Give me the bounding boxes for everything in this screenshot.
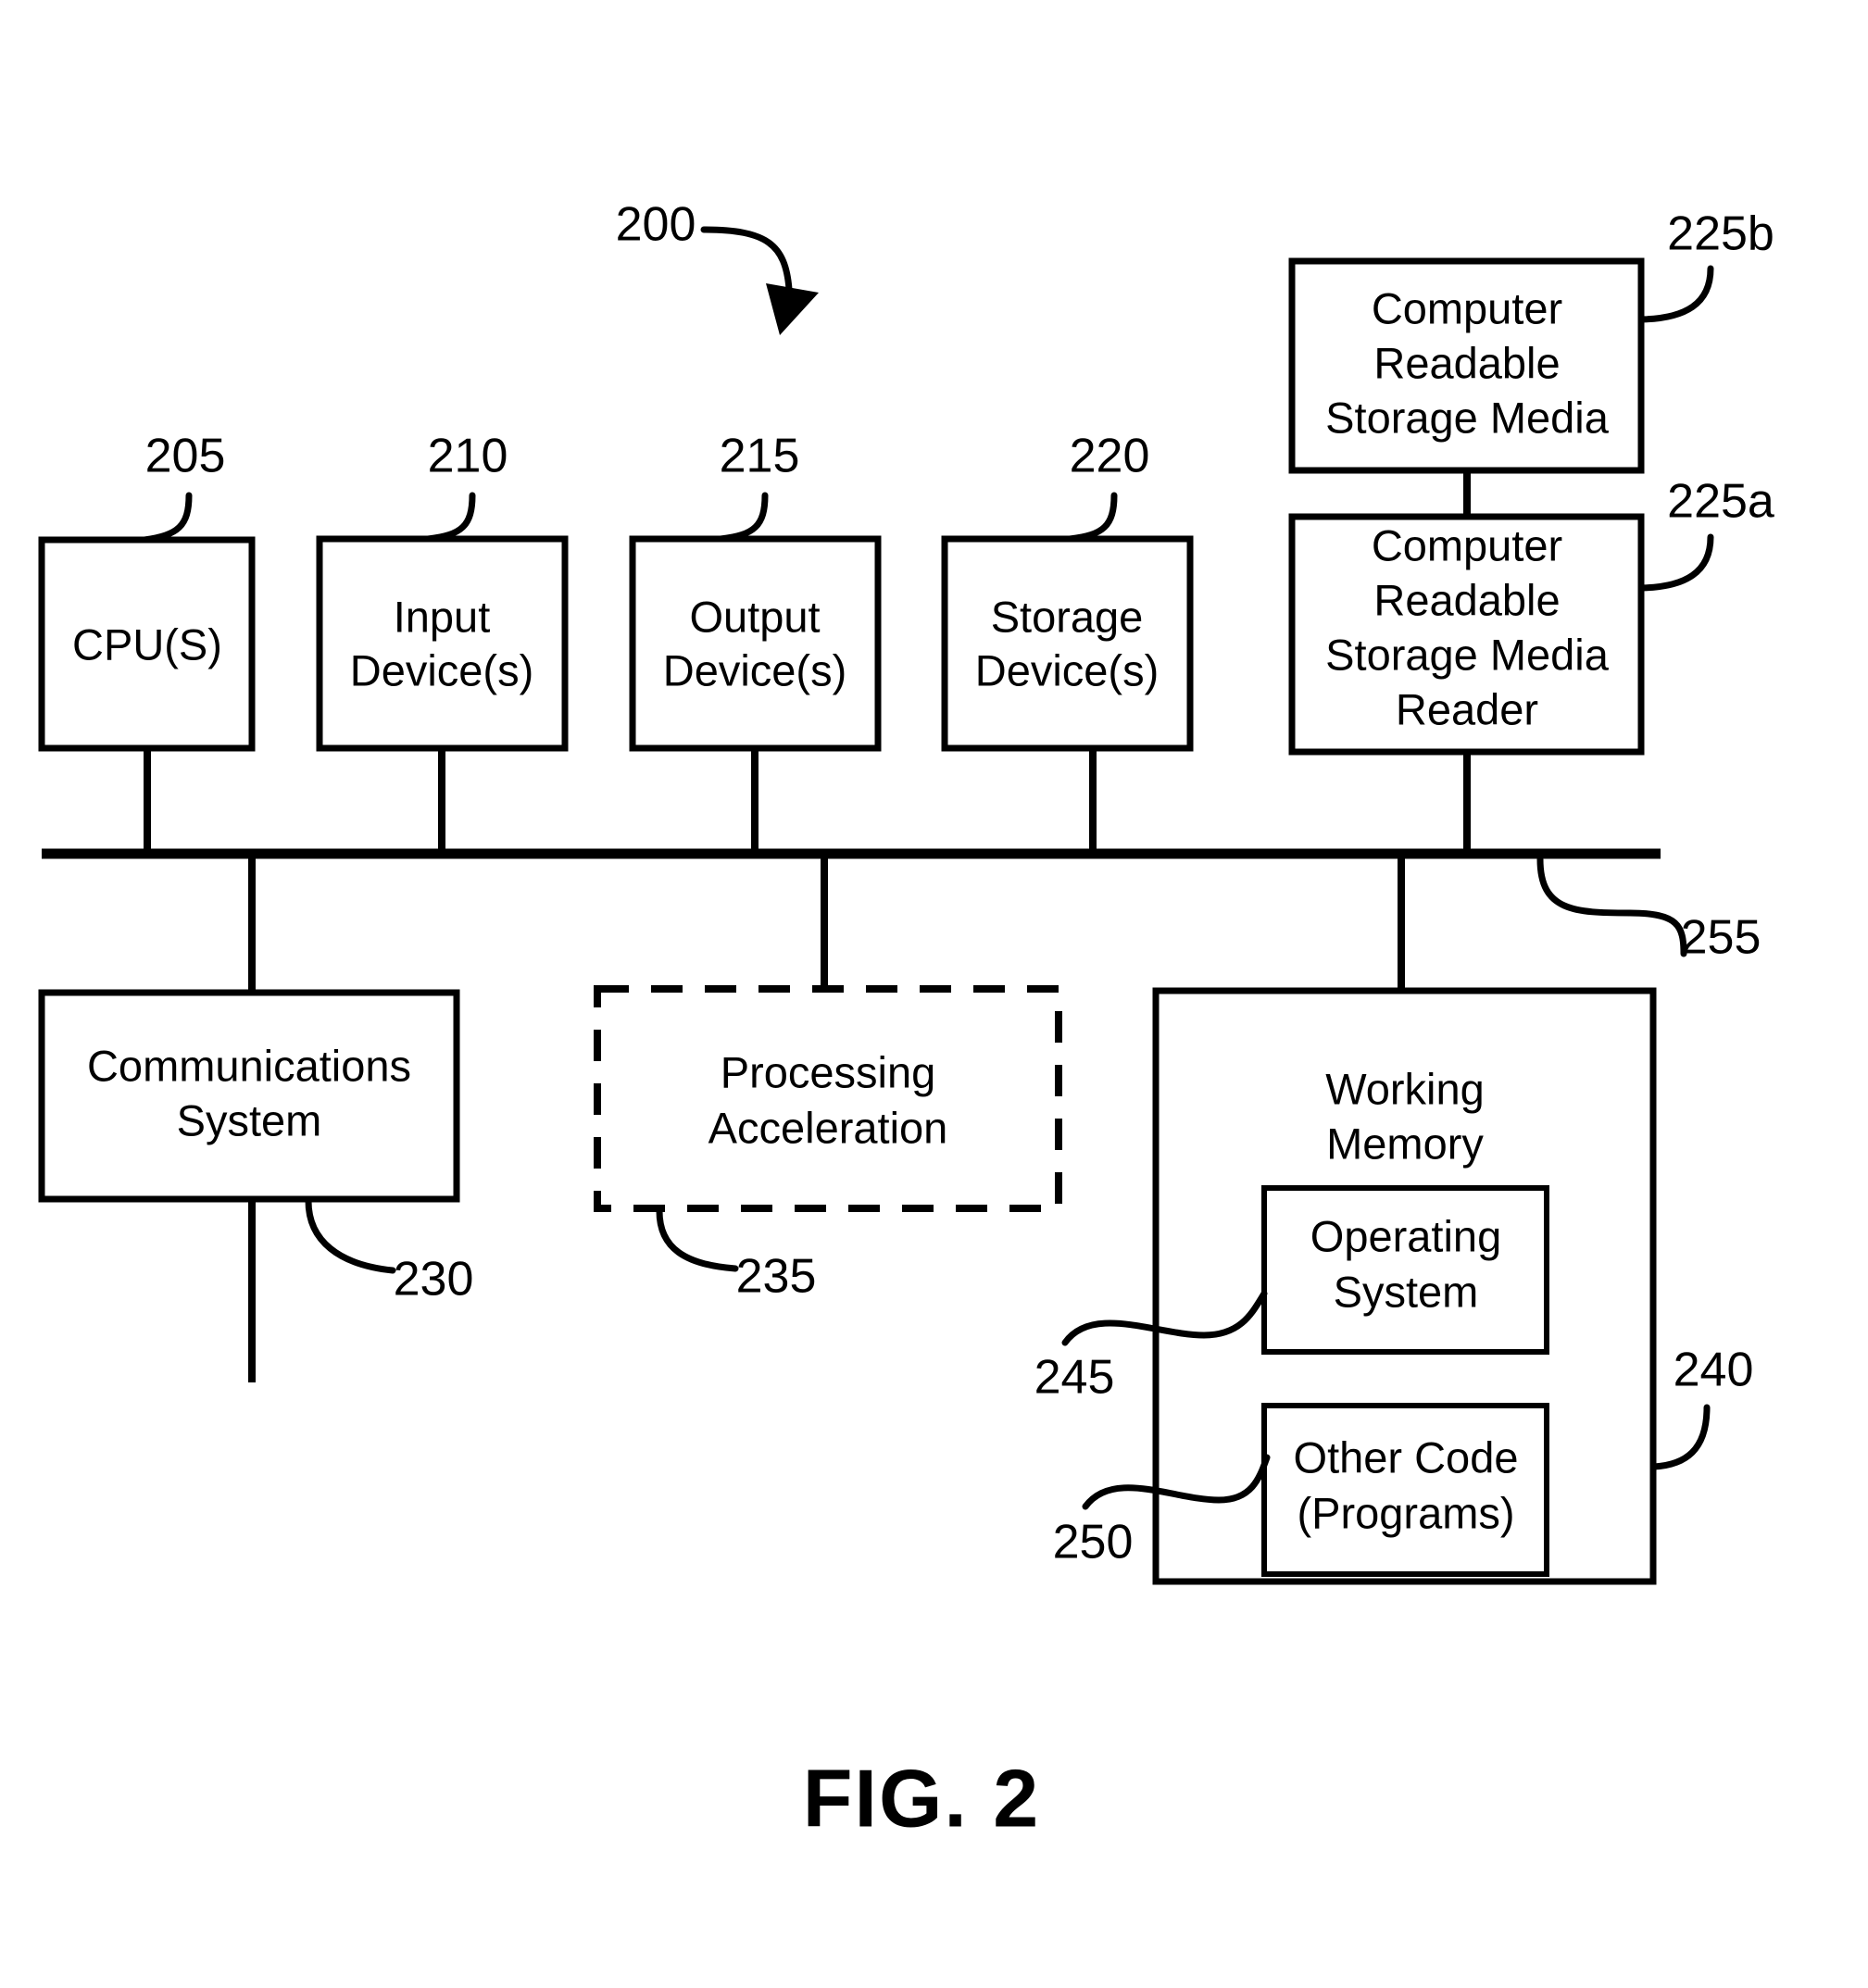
ref-230-leader bbox=[305, 1197, 396, 1274]
bus-ref-255-leader bbox=[1536, 856, 1687, 957]
ref-225b-group: 225b bbox=[1637, 207, 1774, 323]
block-operating-system-label-line2: System bbox=[1334, 1267, 1479, 1316]
block-crsmr-label-line2: Readable bbox=[1373, 575, 1560, 624]
block-storage-devices-label-line2: Device(s) bbox=[975, 645, 1159, 694]
ref-210-group: 210 bbox=[424, 430, 508, 543]
ref-225a-leader bbox=[1637, 533, 1714, 592]
block-crsm-label-line2: Readable bbox=[1373, 338, 1560, 387]
block-input-devices-label-line2: Device(s) bbox=[350, 645, 533, 694]
ref-label-205: 205 bbox=[145, 430, 226, 483]
ref-240-group: 240 bbox=[1650, 1344, 1754, 1470]
block-working-memory-label-line1: Working bbox=[1325, 1064, 1485, 1113]
ref-235-group: 235 bbox=[656, 1207, 817, 1304]
ref-label-240: 240 bbox=[1674, 1344, 1754, 1397]
block-input-devices-rect[interactable] bbox=[316, 535, 569, 752]
block-operating-system[interactable]: Operating System bbox=[1261, 1185, 1549, 1355]
block-input-devices-label-line1: Input bbox=[394, 592, 491, 641]
block-computer-readable-storage-media-reader[interactable]: Computer Readable Storage Media Reader bbox=[1288, 513, 1645, 756]
block-communications-system[interactable]: Communications System bbox=[38, 989, 460, 1203]
block-cpu[interactable]: CPU(S) bbox=[38, 536, 256, 752]
system-ref-200-group: 200 bbox=[616, 198, 819, 335]
block-communications-label-line2: System bbox=[177, 1095, 322, 1144]
ref-225b-leader bbox=[1637, 265, 1714, 323]
block-crsm-label-line1: Computer bbox=[1372, 283, 1562, 332]
block-operating-system-label-line1: Operating bbox=[1310, 1211, 1501, 1260]
ref-210-leader bbox=[424, 492, 476, 543]
arrowhead-icon bbox=[766, 283, 819, 335]
system-ref-200-leader bbox=[700, 226, 793, 293]
block-output-devices-label-line1: Output bbox=[689, 592, 820, 641]
block-other-code-label-line2: (Programs) bbox=[1297, 1488, 1514, 1537]
system-block-diagram: 200 255 CPU(S) 205 Input Device(s) 210 O… bbox=[38, 198, 1774, 1844]
block-input-devices[interactable]: Input Device(s) bbox=[316, 535, 569, 752]
block-output-devices[interactable]: Output Device(s) bbox=[629, 535, 882, 752]
block-other-code-programs[interactable]: Other Code (Programs) bbox=[1261, 1403, 1549, 1577]
block-other-code-label-line1: Other Code bbox=[1294, 1432, 1519, 1482]
ref-215-group: 215 bbox=[717, 430, 800, 543]
ref-235-leader bbox=[656, 1207, 739, 1272]
block-computer-readable-storage-media[interactable]: Computer Readable Storage Media bbox=[1288, 257, 1645, 474]
ref-label-225a: 225a bbox=[1667, 475, 1774, 529]
ref-label-245: 245 bbox=[1034, 1351, 1115, 1405]
figure-caption: FIG. 2 bbox=[803, 1752, 1041, 1844]
ref-205-leader bbox=[141, 492, 193, 544]
block-storage-devices-label-line1: Storage bbox=[991, 592, 1144, 641]
block-processing-acceleration-rect[interactable] bbox=[594, 985, 1062, 1212]
ref-label-225b: 225b bbox=[1667, 207, 1774, 261]
ref-215-leader bbox=[717, 492, 769, 543]
block-communications-label-line1: Communications bbox=[87, 1041, 411, 1090]
ref-label-235: 235 bbox=[736, 1250, 817, 1304]
block-storage-devices-rect[interactable] bbox=[941, 535, 1194, 752]
ref-230-group: 230 bbox=[305, 1197, 474, 1307]
ref-225a-group: 225a bbox=[1637, 475, 1774, 592]
ref-label-210: 210 bbox=[428, 430, 508, 483]
block-output-devices-label-line2: Device(s) bbox=[663, 645, 846, 694]
block-processing-label-line1: Processing bbox=[721, 1047, 936, 1096]
block-crsmr-label-line3: Storage Media bbox=[1325, 630, 1610, 679]
block-working-memory-label-line2: Memory bbox=[1326, 1119, 1484, 1168]
ref-label-250: 250 bbox=[1053, 1516, 1134, 1569]
ref-label-220: 220 bbox=[1070, 430, 1150, 483]
ref-240-leader bbox=[1650, 1404, 1711, 1470]
block-processing-label-line2: Acceleration bbox=[708, 1103, 948, 1152]
patent-figure-2: 200 255 CPU(S) 205 Input Device(s) 210 O… bbox=[0, 0, 1868, 1988]
ref-label-200: 200 bbox=[616, 198, 696, 252]
block-processing-acceleration[interactable]: Processing Acceleration bbox=[594, 985, 1062, 1212]
ref-220-group: 220 bbox=[1066, 430, 1150, 543]
ref-label-230: 230 bbox=[394, 1253, 474, 1307]
block-storage-devices[interactable]: Storage Device(s) bbox=[941, 535, 1194, 752]
block-cpu-label-line1: CPU(S) bbox=[72, 619, 222, 669]
ref-205-group: 205 bbox=[141, 430, 226, 544]
block-crsm-label-line3: Storage Media bbox=[1325, 393, 1610, 442]
ref-220-leader bbox=[1066, 492, 1118, 543]
ref-label-255: 255 bbox=[1681, 911, 1761, 965]
block-crsmr-label-line1: Computer bbox=[1372, 520, 1562, 569]
block-crsmr-label-line4: Reader bbox=[1396, 684, 1538, 733]
block-output-devices-rect[interactable] bbox=[629, 535, 882, 752]
ref-label-215: 215 bbox=[720, 430, 800, 483]
